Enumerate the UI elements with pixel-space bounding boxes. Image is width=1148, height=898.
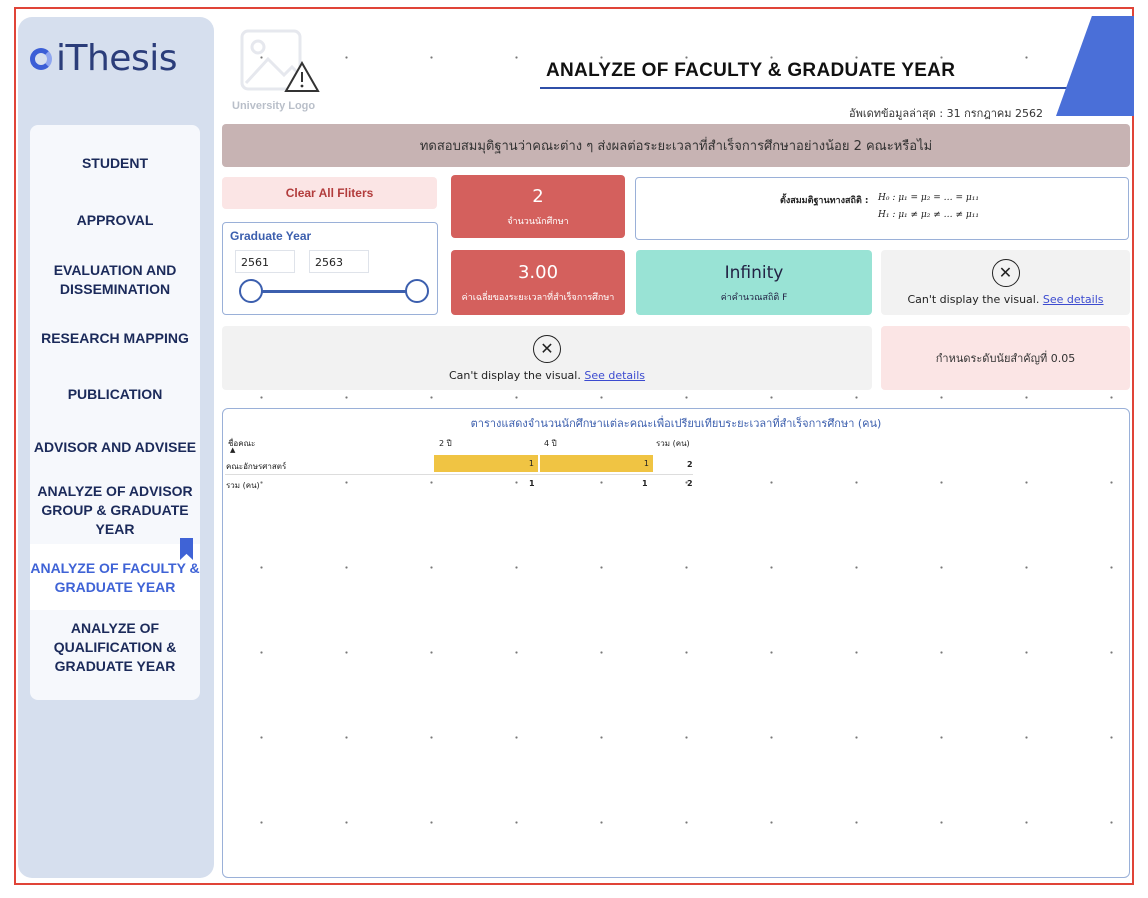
- cell-bar-2y: 1: [434, 455, 538, 472]
- sidebar-item-label: EVALUATION AND DISSEMINATION: [53, 262, 177, 297]
- slider-track: [251, 290, 417, 293]
- error-text: Can't display the visual.: [448, 368, 581, 382]
- slider-handle-max[interactable]: [405, 279, 429, 303]
- kpi-student-count: 2 จำนวนนักศึกษา: [451, 175, 625, 238]
- sidebar-nav: STUDENT APPROVAL EVALUATION AND DISSEMIN…: [30, 125, 200, 700]
- faculty-table-panel: ตารางแสดงจำนวนนักศึกษาแต่ละคณะเพื่อเปรีย…: [222, 408, 1130, 878]
- cell-value: 1: [528, 459, 534, 468]
- sidebar-item-approval[interactable]: APPROVAL: [30, 211, 200, 230]
- logo-text: iThesis: [56, 38, 177, 79]
- col-header-2y[interactable]: 2 ปี: [439, 437, 452, 450]
- significance-text: กำหนดระดับนัยสำคัญที่ 0.05: [935, 352, 1076, 365]
- row-total-value: 2: [687, 460, 693, 469]
- total-row-label: รวม (คน): [226, 481, 260, 490]
- logo-icon: [30, 47, 52, 70]
- cell-value: 1: [643, 459, 649, 468]
- see-details-link[interactable]: See details: [1043, 293, 1104, 306]
- significance-card: กำหนดระดับนัยสำคัญที่ 0.05: [881, 326, 1130, 390]
- university-logo-label: University Logo: [232, 100, 316, 112]
- sidebar-item-research-mapping[interactable]: RESEARCH MAPPING: [30, 329, 200, 348]
- table-title: ตารางแสดงจำนวนนักศึกษาแต่ละคณะเพื่อเปรีย…: [470, 417, 882, 430]
- hypothesis-card: ตั้งสมมติฐานทางสถิติ : H₀ : μ₁ = μ₂ = … …: [635, 177, 1129, 240]
- visual-error-small: ✕ Can't display the visual. See details: [881, 250, 1130, 315]
- sidebar-item-label: ANALYZE OF ADVISOR GROUP & GRADUATE YEAR: [37, 483, 193, 537]
- sort-arrow-icon[interactable]: ▲: [230, 446, 235, 454]
- year-to-input[interactable]: 2563: [309, 250, 369, 273]
- sidebar-item-label: ANALYZE OF QUALIFICATION & GRADUATE YEAR: [53, 620, 177, 674]
- close-circle-icon: ✕: [991, 259, 1020, 287]
- null-hypothesis: H₀ : μ₁ = μ₂ = … = μ₁₁: [878, 193, 979, 203]
- kpi-label: ค่าคำนวณสถิติ F: [720, 293, 788, 303]
- close-circle-icon: ✕: [533, 334, 561, 363]
- hypothesis-banner: ทดสอบสมมุติฐานว่าคณะต่าง ๆ ส่งผลต่อระยะเ…: [222, 124, 1130, 167]
- total-4y: 1: [642, 479, 648, 488]
- sidebar-item-label: PUBLICATION: [67, 386, 163, 402]
- kpi-label: ค่าเฉลี่ยของระยะเวลาที่สำเร็จการศึกษา: [461, 293, 615, 303]
- sidebar-item-advisor-group[interactable]: ANALYZE OF ADVISOR GROUP & GRADUATE YEAR: [30, 482, 200, 539]
- sidebar-item-qualification[interactable]: ANALYZE OF QUALIFICATION & GRADUATE YEAR: [30, 619, 200, 676]
- sidebar-item-label: STUDENT: [81, 155, 149, 171]
- sidebar-item-publication[interactable]: PUBLICATION: [30, 385, 200, 404]
- kpi-average-time: 3.00 ค่าเฉลี่ยของระยะเวลาที่สำเร็จการศึก…: [451, 250, 625, 315]
- page-title: ANALYZE OF FACULTY & GRADUATE YEAR: [546, 60, 956, 81]
- sidebar-item-student[interactable]: STUDENT: [30, 154, 200, 173]
- col-header-4y[interactable]: 4 ปี: [544, 437, 557, 450]
- slider-handle-min[interactable]: [239, 279, 263, 303]
- cell-bar-4y: 1: [540, 455, 653, 472]
- total-2y: 1: [529, 479, 535, 488]
- year-from-input[interactable]: 2561: [235, 250, 295, 273]
- bookmark-icon: [180, 538, 193, 560]
- visual-error-large: ✕ Can't display the visual. See details: [222, 326, 872, 390]
- banner-text: ทดสอบสมมุติฐานว่าคณะต่าง ๆ ส่งผลต่อระยะเ…: [419, 139, 933, 154]
- row-faculty-name: คณะอักษรศาสตร์: [226, 462, 287, 471]
- sidebar-item-label: ANALYZE OF FACULTY & GRADUATE YEAR: [30, 560, 200, 595]
- col-header-total[interactable]: รวม (คน): [656, 437, 690, 450]
- sidebar-item-label: APPROVAL: [76, 212, 154, 228]
- sidebar-item-label: ADVISOR AND ADVISEE: [33, 439, 197, 455]
- kpi-value: 3.00: [517, 262, 559, 283]
- sidebar-item-advisor-advisee[interactable]: ADVISOR AND ADVISEE: [30, 438, 200, 457]
- app-logo: iThesis: [30, 38, 177, 79]
- kpi-label: จำนวนนักศึกษา: [507, 217, 569, 227]
- row-divider: [225, 474, 693, 475]
- clear-filters-button[interactable]: Clear All Fliters: [222, 177, 437, 209]
- total-all: 2: [687, 479, 693, 488]
- alt-hypothesis: H₁ : μ₁ ≠ μ₂ ≠ … ≠ μ₁₁: [878, 210, 979, 220]
- kpi-value: 2: [532, 186, 544, 207]
- error-message: Can't display the visual. See details: [907, 293, 1103, 306]
- sidebar-item-faculty[interactable]: ANALYZE OF FACULTY & GRADUATE YEAR: [30, 538, 200, 610]
- graduate-year-slicer: Graduate Year 2561 2563: [222, 222, 438, 315]
- hypothesis-label: ตั้งสมมติฐานทางสถิติ :: [780, 196, 869, 206]
- update-timestamp: อัพเดทข้อมูลล่าสุด : 31 กรกฎาคม 2562: [849, 107, 1043, 120]
- see-details-link[interactable]: See details: [584, 369, 645, 382]
- kpi-f-statistic: Infinity ค่าคำนวณสถิติ F: [636, 250, 872, 315]
- slicer-title: Graduate Year: [230, 229, 312, 243]
- error-message: Can't display the visual. See details: [449, 369, 645, 382]
- error-text: Can't display the visual.: [907, 293, 1040, 306]
- kpi-value: Infinity: [724, 263, 784, 283]
- title-underline: [540, 87, 1100, 89]
- sidebar-item-evaluation[interactable]: EVALUATION AND DISSEMINATION: [30, 261, 200, 299]
- sidebar-item-label: RESEARCH MAPPING: [41, 330, 189, 346]
